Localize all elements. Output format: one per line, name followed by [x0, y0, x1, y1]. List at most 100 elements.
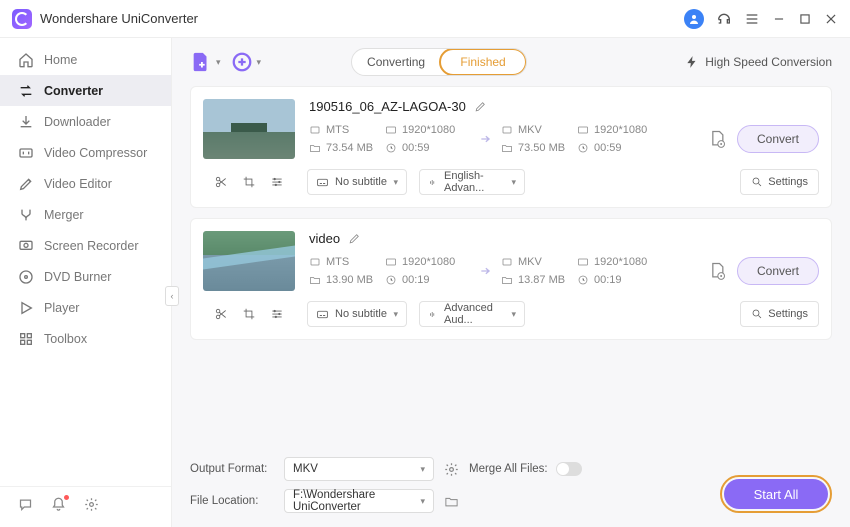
src-duration: 00:19	[385, 274, 471, 286]
sidebar-item-label: Converter	[44, 84, 103, 98]
audio-icon	[428, 308, 438, 321]
sidebar-item-screen-recorder[interactable]: Screen Recorder	[0, 230, 171, 261]
crop-icon[interactable]	[242, 307, 256, 321]
film-icon	[501, 256, 513, 268]
tab-converting[interactable]: Converting	[352, 49, 440, 75]
file-location-select[interactable]: F:\Wondershare UniConverter▾	[284, 489, 434, 513]
rename-icon[interactable]	[474, 100, 487, 113]
arrow-right-icon	[477, 132, 495, 146]
window-minimize-icon[interactable]	[772, 12, 786, 26]
sidebar-collapse-handle[interactable]: ‹	[165, 286, 179, 306]
file-location-label: File Location:	[190, 495, 274, 507]
high-speed-toggle[interactable]: High Speed Conversion	[685, 55, 832, 69]
conversion-item: video MTS 13.90 MB 1920*1080 00:19 MKV	[190, 218, 832, 340]
chevron-down-icon: ▾	[257, 57, 262, 68]
convert-button[interactable]: Convert	[737, 257, 819, 285]
src-resolution: 1920*1080	[385, 256, 471, 268]
dst-size: 73.50 MB	[501, 142, 577, 154]
add-url-button[interactable]: ▾	[231, 51, 262, 73]
output-settings-icon[interactable]	[444, 462, 459, 477]
resolution-icon	[385, 256, 397, 268]
add-file-button[interactable]: ▾	[190, 51, 221, 73]
video-editor-icon	[18, 176, 34, 192]
film-icon	[309, 256, 321, 268]
src-size: 13.90 MB	[309, 274, 385, 286]
sidebar-item-video-editor[interactable]: Video Editor	[0, 168, 171, 199]
window-maximize-icon[interactable]	[798, 12, 812, 26]
merge-files-toggle[interactable]	[556, 462, 582, 476]
feedback-icon[interactable]	[18, 497, 33, 512]
sidebar-item-merger[interactable]: Merger	[0, 199, 171, 230]
dst-resolution: 1920*1080	[577, 124, 663, 136]
chevron-down-icon: ▾	[216, 57, 221, 68]
audio-track-select[interactable]: English-Advan...▾	[419, 169, 525, 195]
tab-finished[interactable]: Finished	[439, 48, 527, 76]
subtitle-select[interactable]: No subtitle▾	[307, 169, 407, 195]
start-all-button[interactable]: Start All	[724, 479, 828, 509]
video-title: 190516_06_AZ-LAGOA-30	[309, 99, 466, 114]
sidebar-item-label: Video Compressor	[44, 146, 147, 160]
clock-icon	[577, 142, 589, 154]
item-settings-button[interactable]: Settings	[740, 169, 819, 195]
menu-icon[interactable]	[744, 11, 760, 27]
effects-icon[interactable]	[270, 175, 284, 189]
sidebar-item-label: Player	[44, 301, 79, 315]
search-icon	[751, 308, 763, 320]
output-preset-icon[interactable]	[707, 261, 727, 281]
merge-files-label: Merge All Files:	[469, 463, 548, 475]
dst-duration: 00:19	[577, 274, 663, 286]
sidebar: Home Converter Downloader Video Compressor V…	[0, 38, 172, 527]
sidebar-item-downloader[interactable]: Downloader	[0, 106, 171, 137]
converter-icon	[18, 83, 34, 99]
high-speed-label: High Speed Conversion	[705, 55, 832, 69]
open-folder-icon[interactable]	[444, 494, 459, 509]
sidebar-item-label: Toolbox	[44, 332, 87, 346]
sidebar-item-video-compressor[interactable]: Video Compressor	[0, 137, 171, 168]
src-duration: 00:59	[385, 142, 471, 154]
support-icon[interactable]	[716, 11, 732, 27]
resolution-icon	[577, 124, 589, 136]
video-thumbnail[interactable]	[203, 231, 295, 291]
sidebar-item-converter[interactable]: Converter	[0, 75, 171, 106]
folder-icon	[309, 142, 321, 154]
dvd-burner-icon	[18, 269, 34, 285]
sidebar-item-label: Video Editor	[44, 177, 112, 191]
footer: Output Format: MKV▾ Merge All Files: Fil…	[172, 447, 850, 527]
resolution-icon	[385, 124, 397, 136]
sidebar-item-label: Merger	[44, 208, 84, 222]
player-icon	[18, 300, 34, 316]
sidebar-item-label: Downloader	[44, 115, 111, 129]
chevron-down-icon: ▾	[393, 177, 398, 188]
toolbar: ▾ ▾ Converting Finished High Speed Conve…	[172, 38, 850, 86]
audio-track-select[interactable]: Advanced Aud...▾	[419, 301, 525, 327]
clock-icon	[577, 274, 589, 286]
video-compressor-icon	[18, 145, 34, 161]
window-close-icon[interactable]	[824, 12, 838, 26]
settings-icon[interactable]	[84, 497, 99, 512]
search-icon	[751, 176, 763, 188]
output-format-select[interactable]: MKV▾	[284, 457, 434, 481]
downloader-icon	[18, 114, 34, 130]
sidebar-item-label: Screen Recorder	[44, 239, 139, 253]
trim-icon[interactable]	[214, 307, 228, 321]
item-settings-button[interactable]: Settings	[740, 301, 819, 327]
effects-icon[interactable]	[270, 307, 284, 321]
sidebar-item-dvd-burner[interactable]: DVD Burner	[0, 261, 171, 292]
user-avatar[interactable]	[684, 9, 704, 29]
trim-icon[interactable]	[214, 175, 228, 189]
sidebar-item-toolbox[interactable]: Toolbox	[0, 323, 171, 354]
convert-button[interactable]: Convert	[737, 125, 819, 153]
sidebar-item-player[interactable]: Player	[0, 292, 171, 323]
video-thumbnail[interactable]	[203, 99, 295, 159]
output-preset-icon[interactable]	[707, 129, 727, 149]
rename-icon[interactable]	[348, 232, 361, 245]
src-format: MTS	[309, 124, 385, 136]
sidebar-item-label: DVD Burner	[44, 270, 111, 284]
crop-icon[interactable]	[242, 175, 256, 189]
subtitle-icon	[316, 176, 329, 189]
film-icon	[501, 124, 513, 136]
home-icon	[18, 52, 34, 68]
start-all-highlight: Start All	[720, 475, 832, 513]
subtitle-select[interactable]: No subtitle▾	[307, 301, 407, 327]
sidebar-item-home[interactable]: Home	[0, 44, 171, 75]
